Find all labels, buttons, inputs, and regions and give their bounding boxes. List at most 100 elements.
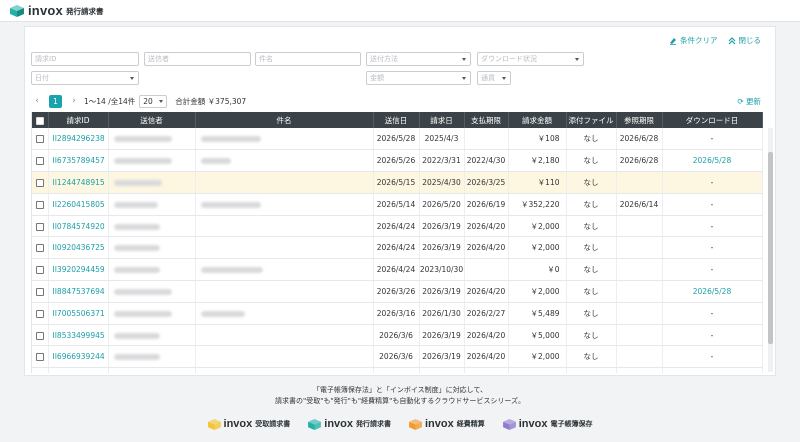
current-page-button[interactable]: 1 <box>49 94 62 108</box>
cube-icon <box>207 418 221 430</box>
col-reference-limit[interactable]: 参照期限 <box>616 112 663 128</box>
cube-icon <box>308 418 322 430</box>
col-invoice-date[interactable]: 請求日 <box>419 112 465 128</box>
amount-cell: ￥5,489 <box>508 302 567 325</box>
select-all-checkbox[interactable] <box>32 112 49 128</box>
due-date-cell: 2026/4/20 <box>464 215 509 238</box>
row-checkbox[interactable] <box>32 193 49 216</box>
table-row[interactable]: II2260415805 2026/5/14 2026/5/20 2026/6/19 ￥… <box>32 193 763 216</box>
table-row[interactable]: II0784574920 2026/4/24 2026/3/19 2026/4/20 ￥… <box>32 215 763 238</box>
table-header: 請求ID 送信者 件名 送信日 請求日 支払期限 請求金額 添付ファイル 参照期… <box>32 112 763 128</box>
col-subject[interactable]: 件名 <box>195 112 374 128</box>
download-date-cell: - <box>662 324 763 347</box>
invoice-id-link[interactable]: II0842234346 <box>48 367 109 373</box>
next-page-icon[interactable]: › <box>68 96 80 106</box>
brand-name: invox <box>223 418 253 430</box>
brand-name: invox <box>518 418 548 430</box>
invoice-id-link[interactable]: II6966939244 <box>48 345 109 369</box>
table-row[interactable]: II3920294459 2026/4/24 2023/10/30 ￥0 なし - <box>32 258 763 282</box>
sender-input[interactable]: 送信者 <box>144 52 251 66</box>
sender-cell <box>108 345 196 369</box>
invoice-id-link[interactable]: II2894296238 <box>48 128 109 151</box>
amount-select[interactable]: 金額 <box>366 71 471 85</box>
sender-cell <box>108 324 196 347</box>
invoice-date-cell: 2026/3/19 <box>419 236 465 260</box>
table-row[interactable]: II2894296238 2026/5/28 2025/4/3 ￥108 なし 2026/… <box>32 128 763 151</box>
sender-cell <box>108 280 196 303</box>
date-select[interactable]: 日付 <box>31 71 139 85</box>
cube-icon <box>409 418 422 430</box>
col-sender[interactable]: 送信者 <box>108 112 196 128</box>
currency-select[interactable]: 通貨 <box>477 71 511 85</box>
row-checkbox[interactable] <box>32 302 49 325</box>
invoice-id-link[interactable]: II8847537694 <box>48 280 109 303</box>
attachment-cell: なし <box>566 149 617 173</box>
row-checkbox[interactable] <box>32 215 49 238</box>
col-download-date[interactable]: ダウンロード日 <box>662 112 763 128</box>
amount-cell: ￥352,220 <box>508 193 567 216</box>
download-date-cell: - <box>662 193 763 216</box>
download-status-select[interactable]: ダウンロード状況 <box>477 52 584 66</box>
sender-cell <box>108 236 196 260</box>
table-scrollbar[interactable] <box>768 128 773 372</box>
invoice-id-link[interactable]: II0784574920 <box>48 215 109 238</box>
attachment-cell: なし <box>566 236 617 260</box>
brand-4: invox 電子帳簿保存 <box>502 418 593 430</box>
table-row[interactable]: II6966939244 2026/3/6 2026/3/19 2026/4/20 ￥2… <box>32 345 763 369</box>
reference-limit-cell <box>616 302 663 325</box>
invoice-id-link[interactable]: II7005506371 <box>48 302 109 325</box>
col-due-date[interactable]: 支払期限 <box>464 112 509 128</box>
clear-filters-button[interactable]: 条件クリア <box>669 35 718 46</box>
refresh-button[interactable]: ⟳ 更新 <box>737 96 761 107</box>
table-row[interactable]: II0842234346 2026/3/62026/3/192026/4/20￥1… <box>32 367 763 373</box>
invoice-id-input[interactable]: 請求ID <box>31 52 139 66</box>
due-date-cell: 2026/3/25 <box>464 171 509 194</box>
table-row[interactable]: II0920436725 2026/4/24 2026/3/19 2026/4/20 ￥… <box>32 236 763 260</box>
send-date-cell: 2026/3/6 <box>373 324 420 347</box>
send-method-select[interactable]: 送付方法 <box>366 52 471 66</box>
table-row[interactable]: II7005506371 2026/3/16 2026/1/30 2026/2/27 ￥… <box>32 302 763 325</box>
row-checkbox[interactable] <box>32 324 49 347</box>
brand-3: invox 経費精算 <box>409 418 485 430</box>
row-checkbox[interactable] <box>32 171 49 194</box>
invoice-id-link[interactable]: II8533499945 <box>48 324 109 347</box>
brand-sub: 電子帳簿保存 <box>550 420 593 428</box>
row-checkbox[interactable] <box>32 149 49 173</box>
download-date-cell: - <box>662 171 763 194</box>
invoice-id-link[interactable]: II6735789457 <box>48 149 109 173</box>
close-filters-button[interactable]: 閉じる <box>728 35 761 46</box>
row-checkbox[interactable] <box>32 280 49 303</box>
sender-cell <box>108 149 196 173</box>
due-date-cell: 2026/2/27 <box>464 302 509 325</box>
eraser-icon <box>670 37 676 45</box>
due-date-cell <box>464 258 509 282</box>
invoice-id-link[interactable]: II0920436725 <box>48 236 109 260</box>
row-checkbox[interactable] <box>32 128 49 151</box>
subject-input[interactable]: 件名 <box>255 52 361 66</box>
amount-cell: ￥5,000 <box>508 324 567 347</box>
table-row[interactable]: II8847537694 2026/3/26 2026/3/19 2026/4/20 ￥… <box>32 280 763 303</box>
invoice-id-link[interactable]: II2260415805 <box>48 193 109 216</box>
page-size-select[interactable]: 20 <box>139 94 168 108</box>
row-checkbox[interactable] <box>32 345 49 369</box>
row-checkbox[interactable] <box>32 236 49 260</box>
table-row[interactable]: II6735789457 2026/5/26 2022/3/31 2022/4/30 ￥… <box>32 149 763 173</box>
refresh-label: 更新 <box>746 97 761 106</box>
table-row[interactable]: II8533499945 2026/3/6 2026/3/19 2026/4/20 ￥5… <box>32 324 763 347</box>
table-row[interactable]: II1244748915 2026/5/15 2025/4/30 2026/3/25 ￥… <box>32 171 763 194</box>
col-send-date[interactable]: 送信日 <box>373 112 420 128</box>
due-date-cell <box>464 128 509 151</box>
app-logo[interactable]: invox <box>28 3 63 18</box>
prev-page-icon[interactable]: ‹ <box>31 96 43 106</box>
invoice-date-cell: 2023/10/30 <box>419 258 465 282</box>
col-amount[interactable]: 請求金額 <box>508 112 567 128</box>
row-checkbox[interactable] <box>32 367 49 373</box>
col-attachment[interactable]: 添付ファイル <box>566 112 617 128</box>
invoice-id-link[interactable]: II1244748915 <box>48 171 109 194</box>
col-invoice-id[interactable]: 請求ID <box>48 112 109 128</box>
invoice-date-cell: 2026/3/19 <box>419 280 465 303</box>
scrollbar-thumb[interactable] <box>768 152 773 344</box>
brand-sub: 発行請求書 <box>356 420 391 428</box>
invoice-id-link[interactable]: II3920294459 <box>48 258 109 282</box>
row-checkbox[interactable] <box>32 258 49 282</box>
